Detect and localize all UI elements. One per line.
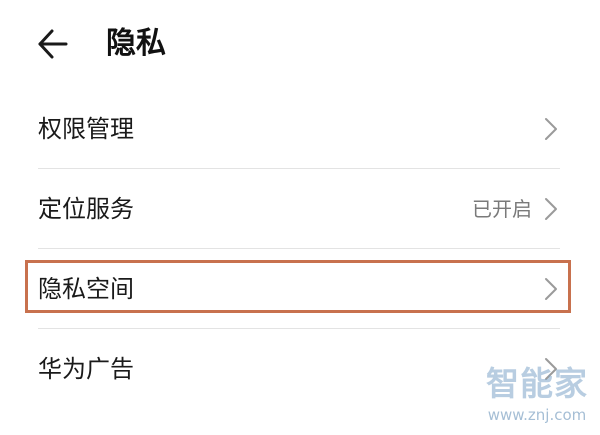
chevron-right-icon [545, 198, 557, 220]
privacy-settings-screen: 隐私 权限管理 定位服务 已开启 隐私空间 华为广告 智能家 www.znj.c… [0, 0, 600, 435]
back-button[interactable] [30, 22, 74, 66]
chevron-right-icon [545, 118, 557, 140]
settings-item-location-services[interactable]: 定位服务 已开启 [38, 169, 560, 249]
settings-item-label: 华为广告 [38, 355, 134, 383]
settings-item-private-space[interactable]: 隐私空间 [38, 249, 560, 329]
watermark-url: www.znj.com [487, 406, 587, 424]
watermark: 智能家 www.znj.com [482, 364, 592, 428]
page-title: 隐私 [106, 26, 166, 61]
settings-item-status: 已开启 [472, 197, 532, 221]
settings-item-label: 隐私空间 [38, 275, 134, 303]
settings-item-permission-management[interactable]: 权限管理 [38, 89, 560, 169]
watermark-logo-text: 智能家 [486, 364, 588, 403]
settings-item-label: 定位服务 [38, 195, 134, 223]
header: 隐私 [0, 0, 600, 86]
arrow-left-icon [38, 29, 68, 59]
chevron-right-icon [545, 278, 557, 300]
settings-item-label: 权限管理 [38, 115, 134, 143]
